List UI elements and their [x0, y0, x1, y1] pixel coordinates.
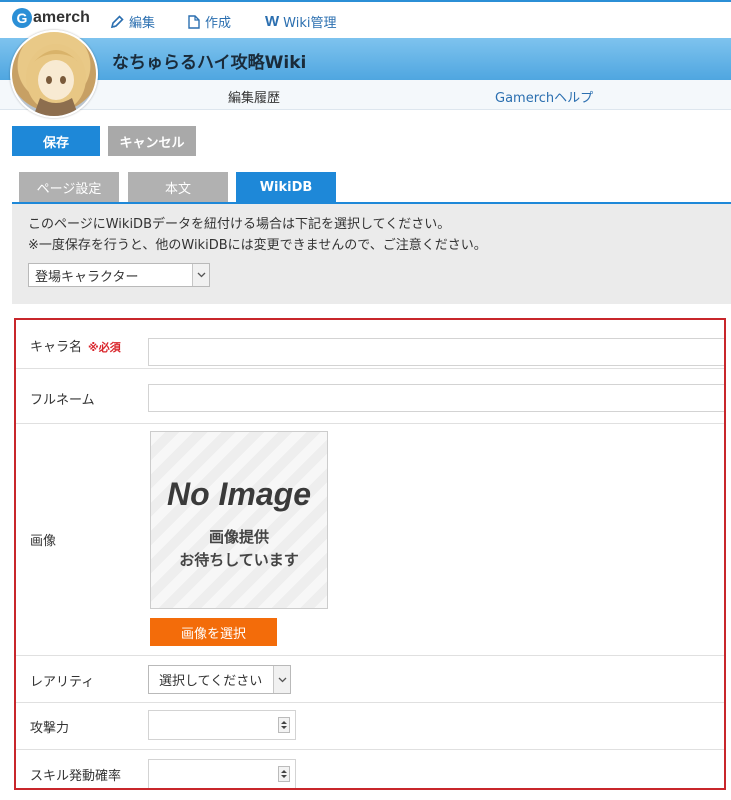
edit-link[interactable]: 編集 [110, 12, 155, 31]
top-bar: G amerch 編集 作成 W Wiki管理 [0, 0, 731, 38]
image-label: 画像 [30, 534, 57, 549]
site-banner [0, 38, 731, 80]
create-link[interactable]: 作成 [188, 12, 231, 31]
create-label: 作成 [205, 16, 232, 31]
no-image-placeholder: No Image 画像提供 お待ちしています [150, 431, 328, 609]
row-character-name: キャラ名 ※必須 [16, 320, 724, 369]
character-name-input[interactable] [148, 338, 724, 366]
character-name-label: キャラ名 ※必須 [30, 336, 121, 355]
wikidb-select[interactable]: 登場キャラクター [28, 263, 210, 287]
required-mark: ※必須 [88, 341, 121, 354]
pencil-icon [110, 14, 124, 28]
select-image-button[interactable]: 画像を選択 [150, 618, 277, 646]
rarity-select[interactable]: 選択してください [148, 665, 291, 694]
number-spinner-icon[interactable] [278, 766, 290, 782]
site-subnav: 編集履歴 Gamerchヘルプ [0, 80, 731, 110]
site-avatar [10, 30, 98, 118]
row-attack: 攻撃力 [16, 703, 724, 750]
edit-label: 編集 [129, 16, 156, 31]
gamerch-logo[interactable]: G amerch [12, 8, 90, 28]
character-name-text: キャラ名 [30, 340, 83, 355]
chevron-down-icon [192, 264, 209, 286]
rarity-label: レアリティ [30, 675, 95, 690]
wiki-admin-label: Wiki管理 [283, 16, 337, 31]
chevron-down-icon [273, 666, 290, 693]
skill-rate-label: スキル発動確率 [30, 769, 122, 784]
wiki-admin-link[interactable]: W Wiki管理 [265, 12, 337, 31]
site-title[interactable]: なちゅらるハイ攻略Wiki [112, 48, 306, 73]
edit-history-link[interactable]: 編集履歴 [228, 87, 280, 106]
gamerch-help-link[interactable]: Gamerchヘルプ [495, 87, 593, 106]
skill-rate-input[interactable] [148, 759, 296, 788]
row-full-name: フルネーム [16, 369, 724, 424]
document-icon [188, 14, 200, 29]
wikidb-note-2: ※一度保存を行うと、他のWikiDBには変更できませんので、ご注意ください。 [28, 238, 487, 253]
no-image-line-1: 画像提供 [208, 528, 269, 546]
full-name-label: フルネーム [30, 393, 95, 408]
wikidb-select-value: 登場キャラクター [35, 269, 139, 285]
attack-label: 攻撃力 [30, 721, 70, 736]
row-rarity: レアリティ 選択してください [16, 655, 724, 703]
number-spinner-icon[interactable] [278, 717, 290, 733]
logo-g: G [12, 8, 32, 28]
cancel-button[interactable]: キャンセル [108, 126, 196, 156]
row-skill-rate: スキル発動確率 [16, 750, 724, 788]
wikidb-form: キャラ名 ※必須 フルネーム 画像 No Image 画像提供 お待ちしています … [14, 318, 726, 790]
wikidb-note-1: このページにWikiDBデータを紐付ける場合は下記を選択してください。 [28, 217, 451, 232]
no-image-title: No Image [166, 476, 312, 512]
save-button[interactable]: 保存 [12, 126, 100, 156]
attack-input[interactable] [148, 710, 296, 740]
full-name-input[interactable] [148, 384, 724, 412]
avatar-illustration [26, 44, 86, 116]
tab-page-settings[interactable]: ページ設定 [19, 172, 119, 202]
no-image-line-2: お待ちしています [179, 551, 299, 569]
tab-body[interactable]: 本文 [128, 172, 228, 202]
rarity-select-value: 選択してください [159, 674, 263, 689]
tab-wikidb[interactable]: WikiDB [236, 172, 336, 202]
wiki-w-icon: W [265, 13, 280, 30]
logo-text: amerch [33, 9, 90, 26]
row-image [16, 424, 724, 656]
